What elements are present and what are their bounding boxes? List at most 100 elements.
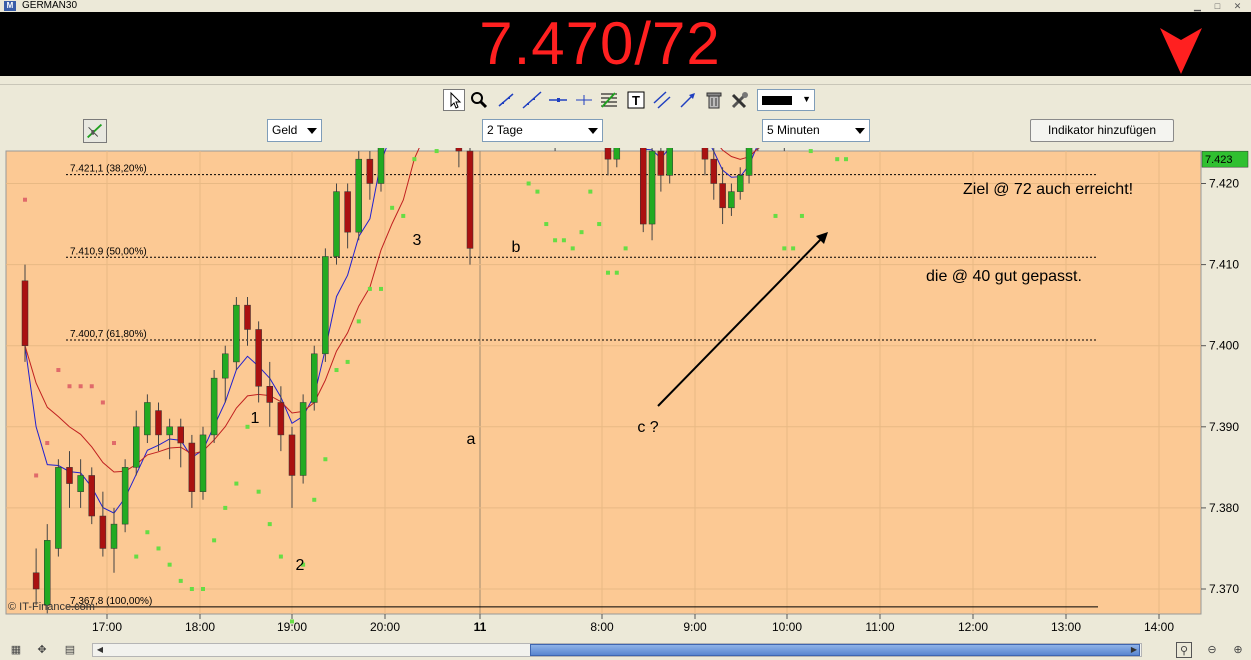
ray-icon[interactable] — [521, 89, 543, 111]
vertical-line-icon[interactable] — [573, 89, 595, 111]
candle-body — [121, 467, 129, 525]
sar-dot — [112, 441, 116, 446]
candle-body — [648, 150, 656, 225]
sar-dot — [614, 270, 619, 275]
candle-body — [55, 467, 62, 549]
sar-dot — [597, 222, 602, 227]
interval-select[interactable]: 5 Minuten — [762, 119, 870, 142]
sar-dot — [434, 149, 439, 154]
candle-body — [210, 377, 218, 436]
x-tick-label: 11 — [474, 620, 487, 634]
y-tick-label: 7.380 — [1209, 501, 1239, 515]
horizontal-scrollbar[interactable]: ◀ ▶ — [92, 643, 1142, 657]
text-icon[interactable]: T — [625, 89, 647, 111]
print-icon[interactable]: ▤ — [62, 642, 78, 658]
sar-dot — [535, 189, 540, 194]
arrow-line-icon[interactable] — [677, 89, 699, 111]
zoom-in-icon[interactable]: ⊕ — [1230, 642, 1246, 658]
sar-dot — [23, 197, 27, 202]
wave-label: a — [467, 431, 476, 448]
scrollbar-thumb[interactable] — [530, 644, 1140, 656]
line-color-select[interactable]: ▼ — [757, 89, 815, 111]
candle-body — [166, 426, 173, 436]
candle-body — [311, 353, 318, 403]
copyright-notice: © IT-Finance.com — [8, 601, 95, 613]
sar-dot — [345, 359, 350, 364]
candle-body — [455, 148, 463, 152]
candle-body — [710, 158, 718, 184]
y-tick-label: 7.390 — [1209, 420, 1239, 434]
x-tick-label: 13:00 — [1051, 620, 1081, 634]
candle-body — [355, 158, 362, 233]
scroll-left-icon[interactable]: ◀ — [93, 644, 107, 656]
close-icon[interactable]: ✕ — [1232, 1, 1243, 11]
chart-type-icon[interactable] — [83, 119, 107, 143]
x-tick-label: 17:00 — [92, 620, 122, 634]
sar-dot — [34, 473, 39, 478]
cursor-icon[interactable] — [443, 89, 465, 111]
fib-level-label: 7.410,9 (50,00%) — [70, 246, 147, 257]
annotation-support-fit: die @ 40 gut gepasst. — [926, 268, 1082, 285]
sar-dot — [78, 384, 83, 389]
candlestick-chart[interactable]: 7.454 (0,00%)7.433,7 (23,60%)7.421,1 (38… — [0, 148, 1251, 638]
sar-dot — [605, 270, 610, 275]
add-indicator-button[interactable]: Indikator hinzufügen — [1030, 119, 1174, 142]
x-tick-label: 20:00 — [370, 620, 400, 634]
period-select[interactable]: 2 Tage — [482, 119, 603, 142]
fibonacci-icon[interactable] — [598, 89, 620, 111]
wave-label: 3 — [413, 232, 422, 249]
sar-dot — [312, 497, 317, 502]
sar-dot — [773, 213, 778, 218]
candle-body — [719, 183, 726, 209]
price-type-select[interactable]: Geld — [267, 119, 322, 142]
sar-dot — [526, 181, 531, 186]
sar-dot — [178, 578, 183, 583]
sar-dot — [278, 554, 283, 559]
parallel-channel-icon[interactable] — [651, 89, 673, 111]
minimize-icon[interactable]: ▁ — [1192, 1, 1203, 11]
x-tick-label: 19:00 — [277, 620, 307, 634]
svg-text:T: T — [632, 93, 640, 108]
sar-dot — [156, 546, 161, 551]
annotation-target-reached: Ziel @ 72 auch erreicht! — [963, 181, 1133, 198]
sar-dot — [323, 457, 328, 462]
zoom-icon[interactable] — [468, 89, 490, 111]
sar-dot — [623, 246, 628, 251]
candle-body — [288, 434, 296, 476]
candle-body — [110, 523, 118, 549]
candle-body — [344, 191, 351, 233]
candle-body — [736, 175, 744, 192]
candle-body — [233, 304, 240, 363]
period-value: 2 Tage — [487, 123, 523, 137]
scroll-right-icon[interactable]: ▶ — [1127, 644, 1141, 656]
layout-icon[interactable]: ▦ — [8, 642, 24, 658]
sar-dot — [334, 368, 339, 373]
maximize-icon[interactable]: □ — [1212, 1, 1223, 11]
wave-label: c ? — [637, 419, 658, 436]
zoom-out-icon[interactable]: ⊖ — [1204, 642, 1220, 658]
candle-body — [44, 540, 51, 606]
candle-body — [322, 256, 329, 355]
sar-dot — [570, 246, 575, 251]
trendline-icon[interactable] — [495, 89, 517, 111]
chevron-down-icon — [307, 128, 317, 134]
candle-body — [377, 148, 385, 184]
candle-body — [133, 426, 140, 468]
sar-dot — [356, 319, 361, 324]
x-tick-label: 8:00 — [590, 620, 614, 634]
candle-body — [244, 304, 251, 330]
crosshair-icon[interactable]: ✥ — [34, 642, 50, 658]
horizontal-line-icon[interactable] — [547, 89, 569, 111]
sar-dot — [212, 538, 217, 543]
sar-dot — [267, 522, 272, 527]
zoom-fit-icon[interactable]: ⚲ — [1176, 642, 1192, 658]
candle-body — [613, 148, 621, 160]
trash-icon[interactable] — [703, 89, 725, 111]
candle-body — [222, 353, 229, 379]
x-tick-label: 12:00 — [958, 620, 988, 634]
sar-dot — [379, 286, 383, 291]
x-tick-label: 11:00 — [865, 620, 894, 634]
x-tick-label: 10:00 — [772, 620, 802, 634]
sar-dot — [134, 554, 139, 559]
settings-tools-icon[interactable] — [729, 89, 751, 111]
